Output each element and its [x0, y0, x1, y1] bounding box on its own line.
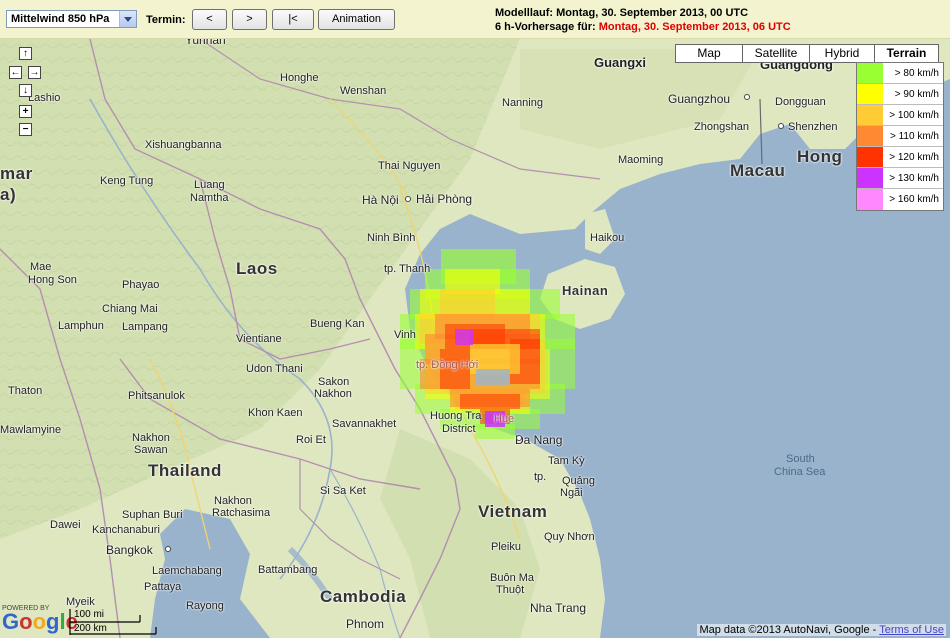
map-type-satellite[interactable]: Satellite — [742, 44, 810, 63]
scale-km: 200 km — [74, 623, 107, 634]
forecast-time: Montag, 30. September 2013, 06 UTC — [598, 21, 791, 33]
legend-label: > 80 km/h — [894, 67, 939, 79]
control-bar: Mittelwind 850 hPa Termin: < > |< Animat… — [0, 0, 950, 39]
legend-swatch — [857, 126, 883, 146]
legend-swatch — [857, 105, 883, 125]
legend-row: > 160 km/h — [857, 189, 943, 210]
pan-right-button[interactable]: → — [28, 66, 41, 79]
legend-row: > 80 km/h — [857, 63, 943, 84]
chevron-down-icon[interactable] — [119, 11, 136, 27]
map-type-selector: Map Satellite Hybrid Terrain — [675, 44, 939, 63]
attribution-text: Map data ©2013 AutoNavi, Google - — [699, 624, 880, 636]
legend-row: > 120 km/h — [857, 147, 943, 168]
map-type-terrain[interactable]: Terrain — [874, 44, 939, 63]
legend-label: > 130 km/h — [889, 172, 939, 184]
legend-swatch — [857, 189, 883, 210]
wind-cell — [455, 329, 473, 345]
variable-select[interactable]: Mittelwind 850 hPa — [6, 10, 137, 28]
map-type-hybrid[interactable]: Hybrid — [809, 44, 875, 63]
first-button[interactable]: |< — [272, 9, 314, 30]
storm-eye — [476, 369, 510, 385]
zoom-out-button[interactable]: − — [19, 123, 32, 136]
pan-left-button[interactable]: ← — [9, 66, 22, 79]
variable-select-value: Mittelwind 850 hPa — [11, 13, 110, 25]
legend-swatch — [857, 63, 883, 83]
scale-miles: 100 mi — [74, 609, 105, 620]
legend-swatch — [857, 84, 883, 104]
google-wordmark: Google — [2, 609, 78, 634]
legend-swatch — [857, 147, 883, 167]
legend-label: > 100 km/h — [889, 109, 939, 121]
google-logo[interactable]: POWERED BY Google — [2, 605, 78, 634]
scale-bar: 100 mi 200 km — [68, 609, 158, 635]
pan-up-button[interactable]: ↑ — [19, 47, 32, 60]
map-type-map[interactable]: Map — [675, 44, 743, 63]
zoom-in-button[interactable]: + — [19, 105, 32, 118]
pan-down-button[interactable]: ↓ — [19, 84, 32, 97]
termin-label: Termin: — [146, 14, 186, 26]
next-button[interactable]: > — [232, 9, 267, 30]
legend-label: > 90 km/h — [894, 88, 939, 100]
legend-row: > 110 km/h — [857, 126, 943, 147]
model-run-text: Modelllauf: Montag, 30. September 2013, … — [495, 7, 749, 19]
wind-cell — [460, 394, 520, 409]
map-canvas[interactable]: Yunnan Guangxi Guangdong Guangzhou Dongg… — [0, 39, 950, 638]
map-attribution: Map data ©2013 AutoNavi, Google - Terms … — [697, 624, 946, 636]
legend-label: > 120 km/h — [889, 151, 939, 163]
forecast-text: 6 h-Vorhersage für: Montag, 30. Septembe… — [495, 21, 791, 33]
legend-row: > 130 km/h — [857, 168, 943, 189]
wind-legend: > 80 km/h > 90 km/h > 100 km/h > 110 km/h > … — [856, 62, 944, 211]
terms-of-use-link[interactable]: Terms of Use — [879, 624, 944, 636]
forecast-prefix: 6 h-Vorhersage für: — [495, 21, 599, 33]
legend-row: > 100 km/h — [857, 105, 943, 126]
animation-button[interactable]: Animation — [318, 9, 395, 30]
legend-swatch — [857, 168, 883, 188]
legend-row: > 90 km/h — [857, 84, 943, 105]
legend-label: > 110 km/h — [889, 130, 939, 142]
previous-button[interactable]: < — [192, 9, 227, 30]
legend-label: > 160 km/h — [889, 194, 939, 205]
